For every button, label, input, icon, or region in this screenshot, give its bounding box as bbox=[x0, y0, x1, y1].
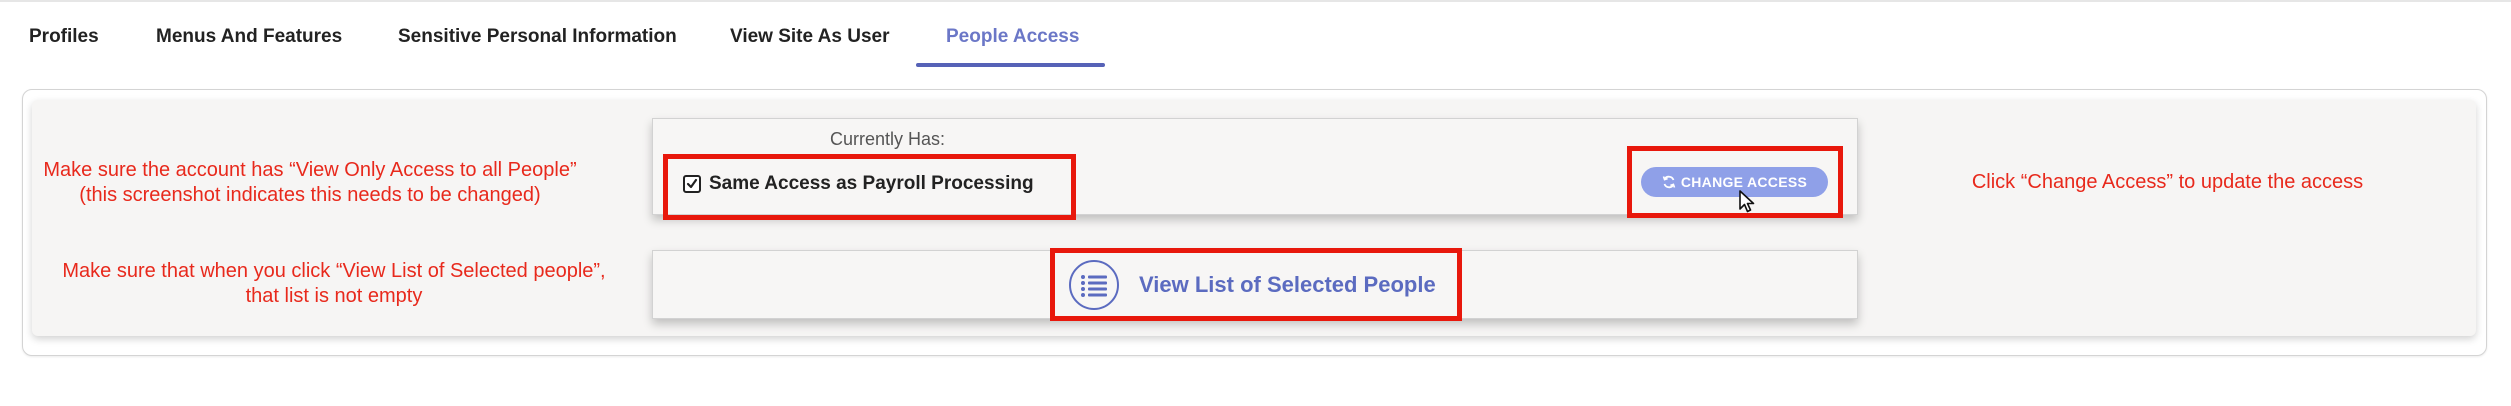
annotation-box-view-list bbox=[1050, 248, 1462, 321]
tab-sensitive-personal-information[interactable]: Sensitive Personal Information bbox=[398, 26, 677, 48]
annotation-note-view-only-line1: Make sure the account has “View Only Acc… bbox=[43, 159, 577, 181]
tab-profiles[interactable]: Profiles bbox=[29, 26, 99, 48]
tab-menus-and-features[interactable]: Menus And Features bbox=[156, 26, 342, 48]
tab-people-access[interactable]: People Access bbox=[946, 26, 1079, 48]
active-tab-indicator bbox=[916, 63, 1105, 67]
currently-has-label: Currently Has: bbox=[830, 129, 946, 149]
tab-bar: Profiles Menus And Features Sensitive Pe… bbox=[0, 0, 2511, 70]
annotation-box-change-access bbox=[1627, 146, 1843, 218]
annotation-note-list-line1: Make sure that when you click “View List… bbox=[62, 260, 606, 282]
annotation-note-view-only: Make sure the account has “View Only Acc… bbox=[30, 158, 590, 208]
annotation-note-change-access: Click “Change Access” to update the acce… bbox=[1971, 171, 2364, 193]
tab-view-site-as-user[interactable]: View Site As User bbox=[730, 26, 889, 48]
annotation-box-checkbox bbox=[663, 154, 1076, 220]
annotation-note-list-line2: that list is not empty bbox=[245, 285, 423, 307]
annotation-note-view-only-line2: (this screenshot indicates this needs to… bbox=[79, 184, 541, 206]
annotation-note-list: Make sure that when you click “View List… bbox=[30, 259, 638, 309]
